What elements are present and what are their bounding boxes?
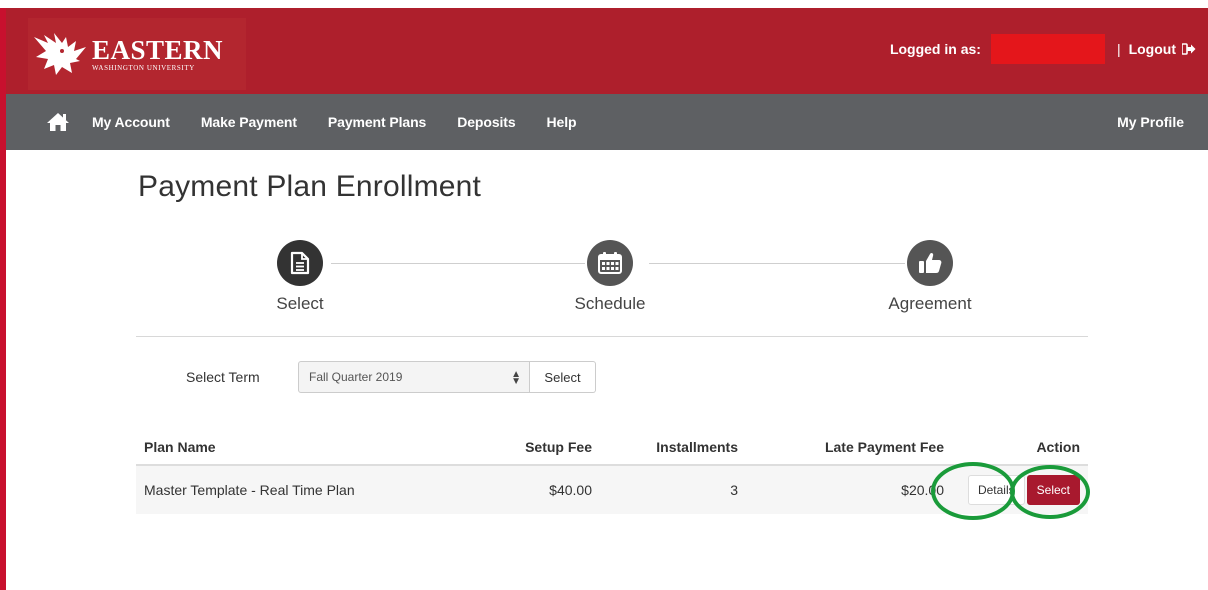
term-label: Select Term	[186, 369, 260, 385]
col-action: Action	[952, 430, 1088, 466]
details-highlight-circle	[931, 462, 1015, 520]
step-circle	[587, 240, 633, 286]
setup-fee-cell: $40.00	[464, 465, 600, 514]
logged-in-label: Logged in as:	[889, 41, 981, 57]
term-select-button[interactable]: Select	[530, 361, 596, 393]
site-header: EASTERN WASHINGTON UNIVERSITY Logged in …	[6, 8, 1208, 94]
university-logo[interactable]: EASTERN WASHINGTON UNIVERSITY	[28, 18, 246, 90]
logo-subtitle: WASHINGTON UNIVERSITY	[92, 63, 195, 72]
plan-name-cell: Master Template - Real Time Plan	[136, 465, 464, 514]
term-selected-value: Fall Quarter 2019	[309, 370, 403, 384]
select-arrows-icon: ▲ ▼	[511, 369, 521, 387]
installments-cell: 3	[600, 465, 746, 514]
eagle-logo-icon	[34, 33, 86, 75]
nav-item-deposits[interactable]: Deposits	[457, 114, 515, 130]
document-icon	[290, 251, 310, 275]
step-agreement: Agreement	[884, 240, 976, 314]
enrollment-stepper: Select Schedule Agreement	[136, 240, 1088, 320]
top-margin	[0, 0, 1208, 8]
table-header-row: Plan Name Setup Fee Installments Late Pa…	[136, 430, 1088, 466]
nav-item-help[interactable]: Help	[547, 114, 577, 130]
nav-item-my-profile[interactable]: My Profile	[1117, 114, 1184, 130]
logout-label: Logout	[1128, 41, 1176, 57]
step-circle	[277, 240, 323, 286]
step-circle	[907, 240, 953, 286]
logo-wordmark: EASTERN	[92, 34, 224, 65]
step-schedule: Schedule	[564, 240, 656, 314]
step-select: Select	[254, 240, 346, 314]
calendar-icon	[598, 252, 622, 274]
step-label: Select	[276, 294, 324, 313]
col-installments: Installments	[600, 430, 746, 466]
logout-icon	[1182, 43, 1196, 55]
redacted-username	[990, 34, 1105, 64]
page-title: Payment Plan Enrollment	[138, 170, 482, 203]
col-plan-name: Plan Name	[136, 430, 464, 466]
main-navigation: My Account Make Payment Payment Plans De…	[6, 94, 1208, 150]
term-dropdown[interactable]: Fall Quarter 2019 ▲ ▼	[298, 361, 530, 393]
col-late-fee: Late Payment Fee	[746, 430, 952, 466]
nav-item-my-account[interactable]: My Account	[92, 114, 170, 130]
nav-item-payment-plans[interactable]: Payment Plans	[328, 114, 426, 130]
section-divider	[136, 336, 1088, 337]
header-separator: |	[1116, 41, 1121, 57]
late-fee-cell: $20.00	[746, 465, 952, 514]
step-connector	[649, 263, 905, 264]
login-status: Logged in as: | Logout	[890, 34, 1196, 64]
logout-link[interactable]: Logout	[1129, 41, 1196, 57]
step-label: Agreement	[888, 294, 972, 313]
step-label: Schedule	[574, 294, 646, 313]
home-icon[interactable]	[46, 112, 70, 132]
nav-item-make-payment[interactable]: Make Payment	[201, 114, 297, 130]
step-connector	[331, 263, 585, 264]
thumbs-up-icon	[919, 252, 942, 273]
col-setup-fee: Setup Fee	[464, 430, 600, 466]
select-highlight-circle	[1010, 465, 1090, 519]
